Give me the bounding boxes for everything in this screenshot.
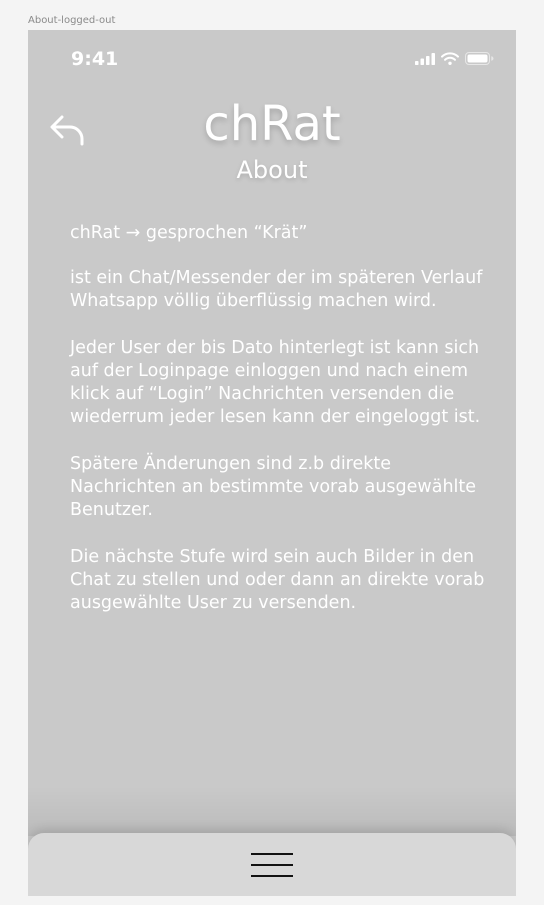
battery-icon [465,52,494,65]
app-title: chRat [203,96,341,152]
bottom-shade [28,786,516,836]
status-icons [415,52,494,65]
phone-screen: 9:41 chRat About chRat → gesprochen “Krä… [28,30,516,896]
status-time: 9:41 [71,48,119,70]
cellular-signal-icon [415,52,435,65]
about-paragraph: ist ein Chat/Messender der im späteren V… [70,268,483,311]
frame-label: About-logged-out [28,15,116,26]
wifi-icon [441,52,459,65]
bottom-navigation-bar [28,833,516,896]
about-paragraph: Spätere Änderungen sind z.b direkte Nach… [70,454,477,520]
page-title: About [236,156,308,184]
about-content: chRat → gesprochen “Krät” ist ein Chat/M… [70,222,490,639]
about-paragraph: chRat → gesprochen “Krät” [70,223,308,243]
hamburger-menu-icon[interactable] [251,849,293,881]
about-paragraph: Jeder User der bis Dato hinterlegt ist k… [70,338,481,427]
about-paragraph: Die nächste Stufe wird sein auch Bilder … [70,547,485,613]
